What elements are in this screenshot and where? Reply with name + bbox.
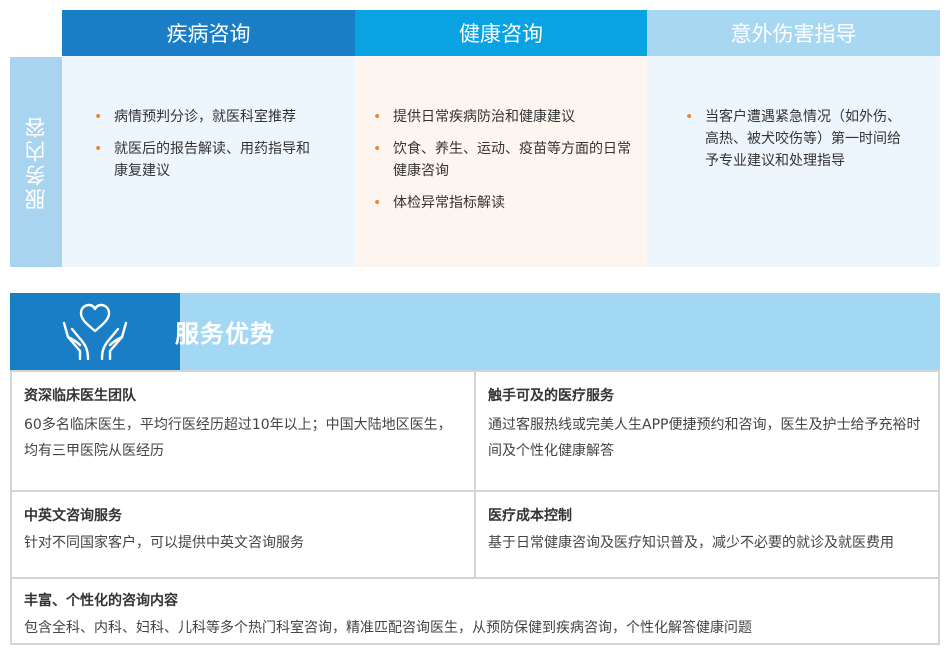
advantages-section: 服务优势 资深临床医生团队 60多名临床医生，平均行医经历超过10年以上；中国大… [10,293,940,645]
column-health-consult: 健康咨询 提供日常疾病防治和健康建议 饮食、养生、运动、疫苗等方面的日常健康咨询… [355,10,647,267]
advantage-text: 包含全科、内科、妇科、儿科等多个热门科室咨询，精准匹配咨询医生，从预防保健到疾病… [24,620,752,636]
list-item: 就医后的报告解读、用药指导和康复建议 [92,138,317,182]
advantage-title: 触手可及的医疗服务 [488,388,614,404]
list-item: 病情预判分诊，就医科室推荐 [92,106,317,128]
column-title: 健康咨询 [355,10,647,56]
column-body: 病情预判分诊，就医科室推荐 就医后的报告解读、用药指导和康复建议 [62,56,355,267]
advantage-text: 针对不同国家客户，可以提供中英文咨询服务 [24,535,304,551]
column-disease-consult: 疾病咨询 病情预判分诊，就医科室推荐 就医后的报告解读、用药指导和康复建议 [62,10,355,267]
item-list: 提供日常疾病防治和健康建议 饮食、养生、运动、疫苗等方面的日常健康咨询 体检异常… [371,106,633,224]
list-item: 当客户遭遇紧急情况（如外伤、高热、被犬咬伤等）第一时间给予专业建议和处理指导 [683,106,908,172]
item-list: 病情预判分诊，就医科室推荐 就医后的报告解读、用药指导和康复建议 [92,106,317,192]
column-body: 当客户遭遇紧急情况（如外伤、高热、被犬咬伤等）第一时间给予专业建议和处理指导 [647,56,940,267]
advantage-cell: 中英文咨询服务 针对不同国家客户，可以提供中英文咨询服务 [10,490,476,579]
service-content-label: 服务内容 [24,114,48,210]
advantage-title: 中英文咨询服务 [24,508,122,524]
column-body: 提供日常疾病防治和健康建议 饮食、养生、运动、疫苗等方面的日常健康咨询 体检异常… [355,56,647,267]
advantage-text: 60多名临床医生，平均行医经历超过10年以上；中国大陆地区医生，均有三甲医院从医… [24,417,452,459]
advantage-text: 基于日常健康咨询及医疗知识普及，减少不必要的就诊及就医费用 [488,535,894,551]
advantage-cell: 资深临床医生团队 60多名临床医生，平均行医经历超过10年以上；中国大陆地区医生… [10,370,476,492]
advantages-title: 服务优势 [175,320,275,348]
list-item: 提供日常疾病防治和健康建议 [371,106,633,128]
item-list: 当客户遭遇紧急情况（如外伤、高热、被犬咬伤等）第一时间给予专业建议和处理指导 [683,106,908,182]
hands-heart-icon [62,303,128,360]
advantage-title: 丰富、个性化的咨询内容 [24,593,178,609]
advantage-title: 医疗成本控制 [488,508,572,524]
service-content-section: 服务内容 疾病咨询 病情预判分诊，就医科室推荐 就医后的报告解读、用药指导和康复… [0,0,948,270]
column-title: 意外伤害指导 [647,10,940,56]
list-item: 体检异常指标解读 [371,192,633,214]
advantage-cell: 丰富、个性化的咨询内容 包含全科、内科、妇科、儿科等多个热门科室咨询，精准匹配咨… [10,577,940,645]
advantage-cell: 触手可及的医疗服务 通过客服热线或完美人生APP便捷预约和咨询，医生及护士给予充… [474,370,940,492]
advantage-text: 通过客服热线或完美人生APP便捷预约和咨询，医生及护士给予充裕时间及个性化健康解… [488,417,921,459]
advantage-title: 资深临床医生团队 [24,388,136,404]
list-item: 饮食、养生、运动、疫苗等方面的日常健康咨询 [371,138,633,182]
advantage-cell: 医疗成本控制 基于日常健康咨询及医疗知识普及，减少不必要的就诊及就医费用 [474,490,940,579]
column-accident-guidance: 意外伤害指导 当客户遭遇紧急情况（如外伤、高热、被犬咬伤等）第一时间给予专业建议… [647,10,940,267]
advantages-icon-box [10,293,180,370]
service-content-side-panel: 服务内容 [10,57,62,267]
column-title: 疾病咨询 [62,10,355,56]
